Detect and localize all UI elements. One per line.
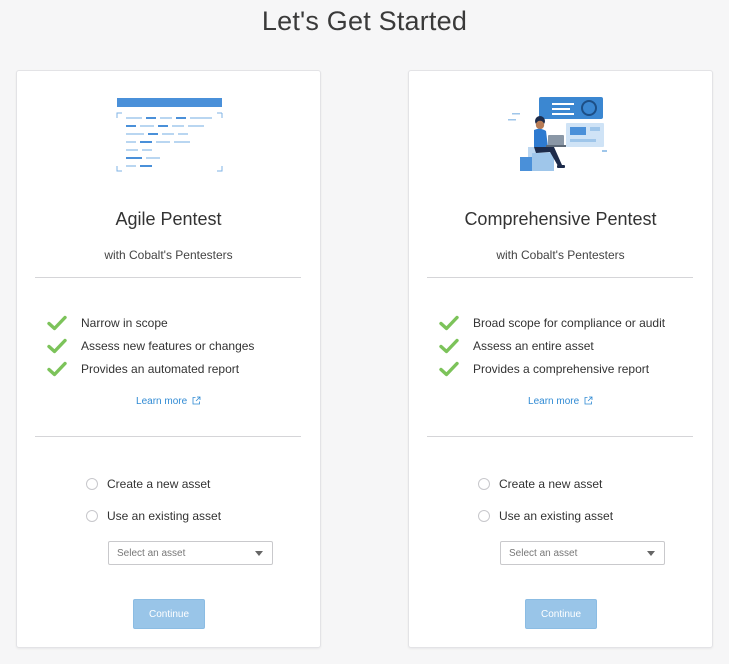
- select-placeholder: Select an asset: [509, 547, 578, 559]
- feature-item: Provides a comprehensive report: [439, 357, 665, 380]
- feature-label: Narrow in scope: [81, 315, 168, 330]
- external-link-icon: [584, 396, 593, 405]
- asset-select[interactable]: Select an asset: [108, 541, 273, 565]
- continue-button[interactable]: Continue: [525, 599, 597, 629]
- feature-item: Assess an entire asset: [439, 334, 665, 357]
- radio-button[interactable]: [86, 478, 98, 490]
- page-title: Let's Get Started: [261, 6, 468, 36]
- select-placeholder: Select an asset: [117, 547, 186, 559]
- comprehensive-pentest-card: Comprehensive Pentest with Cobalt's Pent…: [408, 70, 713, 648]
- feature-label: Assess new features or changes: [81, 338, 255, 353]
- learn-more-link[interactable]: Learn more: [17, 396, 320, 407]
- check-icon: [439, 338, 459, 353]
- check-icon: [439, 361, 459, 376]
- divider: [35, 436, 301, 437]
- create-new-asset-option[interactable]: Create a new asset: [86, 477, 210, 491]
- divider: [427, 277, 693, 278]
- feature-label: Provides a comprehensive report: [473, 361, 650, 376]
- card-subtitle: with Cobalt's Pentesters: [496, 248, 625, 262]
- card-title: Comprehensive Pentest: [464, 209, 657, 229]
- agile-pentest-card: Agile Pentest with Cobalt's Pentesters N…: [16, 70, 321, 648]
- option-label: Use an existing asset: [107, 509, 222, 523]
- card-title: Agile Pentest: [115, 209, 222, 229]
- chevron-down-icon: [255, 551, 263, 556]
- continue-button[interactable]: Continue: [133, 599, 205, 629]
- card-subtitle: with Cobalt's Pentesters: [104, 248, 233, 262]
- radio-button[interactable]: [86, 510, 98, 522]
- radio-button[interactable]: [478, 478, 490, 490]
- feature-label: Assess an entire asset: [473, 338, 594, 353]
- feature-item: Provides an automated report: [47, 357, 254, 380]
- check-icon: [439, 315, 459, 330]
- radio-button[interactable]: [478, 510, 490, 522]
- person-laptop-illustration: [508, 97, 607, 171]
- report-illustration: [116, 98, 223, 172]
- chevron-down-icon: [647, 551, 655, 556]
- option-label: Create a new asset: [499, 477, 603, 491]
- feature-label: Broad scope for compliance or audit: [473, 315, 666, 330]
- learn-more-label: Learn more: [528, 396, 580, 407]
- asset-select[interactable]: Select an asset: [500, 541, 665, 565]
- learn-more-link[interactable]: Learn more: [409, 396, 712, 407]
- feature-label: Provides an automated report: [81, 361, 240, 376]
- check-icon: [47, 315, 67, 330]
- external-link-icon: [192, 396, 201, 405]
- option-label: Create a new asset: [107, 477, 211, 491]
- feature-item: Broad scope for compliance or audit: [439, 311, 665, 334]
- feature-item: Assess new features or changes: [47, 334, 254, 357]
- feature-list: Narrow in scope Assess new features or c…: [47, 311, 254, 380]
- use-existing-asset-option[interactable]: Use an existing asset: [86, 509, 221, 523]
- learn-more-label: Learn more: [136, 396, 188, 407]
- option-label: Use an existing asset: [499, 509, 614, 523]
- use-existing-asset-option[interactable]: Use an existing asset: [478, 509, 613, 523]
- create-new-asset-option[interactable]: Create a new asset: [478, 477, 602, 491]
- divider: [427, 436, 693, 437]
- feature-item: Narrow in scope: [47, 311, 254, 334]
- check-icon: [47, 338, 67, 353]
- divider: [35, 277, 301, 278]
- check-icon: [47, 361, 67, 376]
- feature-list: Broad scope for compliance or audit Asse…: [439, 311, 665, 380]
